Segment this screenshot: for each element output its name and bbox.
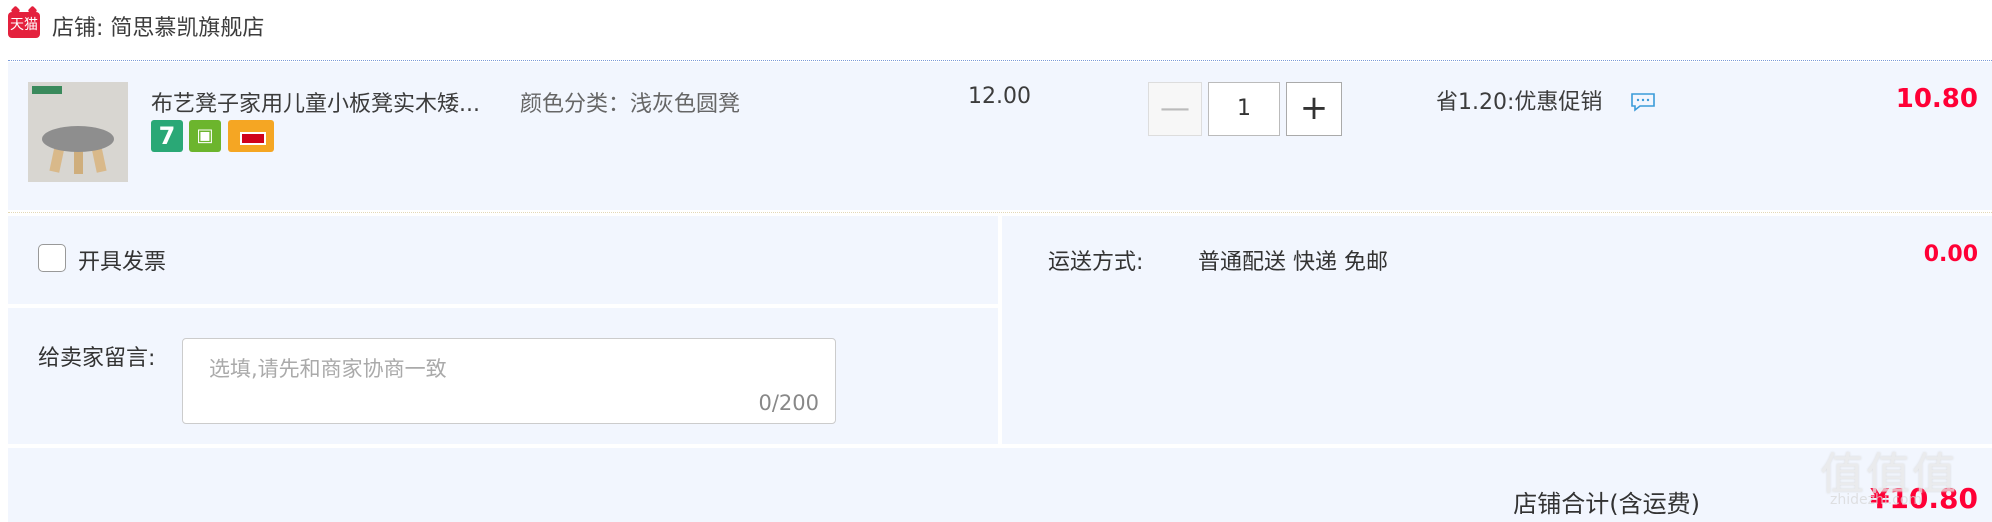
shipping-label: 运送方式: bbox=[1048, 250, 1144, 275]
message-label: 给卖家留言: bbox=[38, 346, 156, 371]
message-placeholder: 选填,请先和商家协商一致 bbox=[209, 357, 447, 381]
invoice-panel: 开具发票 bbox=[8, 216, 998, 304]
quantity-increase-button[interactable]: + bbox=[1286, 82, 1342, 136]
shipping-panel: 运送方式: 普通配送 快递 免邮 0.00 bbox=[1002, 216, 1992, 444]
message-textarea[interactable]: 选填,请先和商家协商一致 0/200 bbox=[182, 338, 836, 424]
message-panel: 给卖家留言: 选填,请先和商家协商一致 0/200 bbox=[8, 308, 998, 444]
invoice-checkbox[interactable] bbox=[38, 244, 66, 272]
invoice-label[interactable]: 开具发票 bbox=[78, 244, 166, 276]
order-item-row: 布艺凳子家用儿童小板凳实木矮... 颜色分类：浅灰色圆凳 7 ▣ 12.00 —… bbox=[8, 62, 1992, 210]
shop-total-row: 店铺合计(含运费) ¥10.80 bbox=[8, 448, 1992, 522]
tmall-logo-icon[interactable]: 天猫 bbox=[8, 12, 40, 38]
seven-day-return-icon[interactable]: 7 bbox=[151, 120, 183, 152]
promotion-text: 省1.20:优惠促销 bbox=[1436, 90, 1603, 115]
shop-header: 天猫 店铺: 简思慕凯旗舰店 bbox=[0, 0, 1992, 58]
promo-chat-icon[interactable] bbox=[1630, 92, 1656, 112]
shipping-method[interactable]: 普通配送 快递 免邮 bbox=[1198, 244, 1388, 276]
quantity-decrease-button[interactable]: — bbox=[1148, 82, 1202, 136]
item-subtotal: 10.80 bbox=[1895, 84, 1978, 114]
product-title[interactable]: 布艺凳子家用儿童小板凳实木矮... bbox=[151, 86, 480, 118]
stool-seat bbox=[42, 126, 114, 152]
watermark-logo: 值值值 zhidezhi.com bbox=[1820, 449, 1958, 508]
credit-card-icon[interactable] bbox=[228, 120, 274, 152]
quantity-input[interactable]: 1 bbox=[1208, 82, 1280, 136]
shop-name[interactable]: 店铺: 简思慕凯旗舰店 bbox=[52, 10, 264, 42]
shop-total-label: 店铺合计(含运费) bbox=[1513, 490, 1700, 518]
shipping-fee: 0.00 bbox=[1923, 242, 1978, 267]
stool-leg bbox=[74, 150, 83, 174]
shopping-bag-icon[interactable]: ▣ bbox=[189, 120, 221, 152]
product-thumbnail[interactable] bbox=[28, 82, 128, 182]
message-char-counter: 0/200 bbox=[758, 391, 819, 415]
product-spec: 颜色分类：浅灰色圆凳 bbox=[520, 92, 741, 117]
divider bbox=[8, 212, 1992, 213]
divider bbox=[8, 60, 1992, 61]
unit-price: 12.00 bbox=[968, 84, 1031, 109]
thumbnail-tag bbox=[32, 86, 62, 94]
